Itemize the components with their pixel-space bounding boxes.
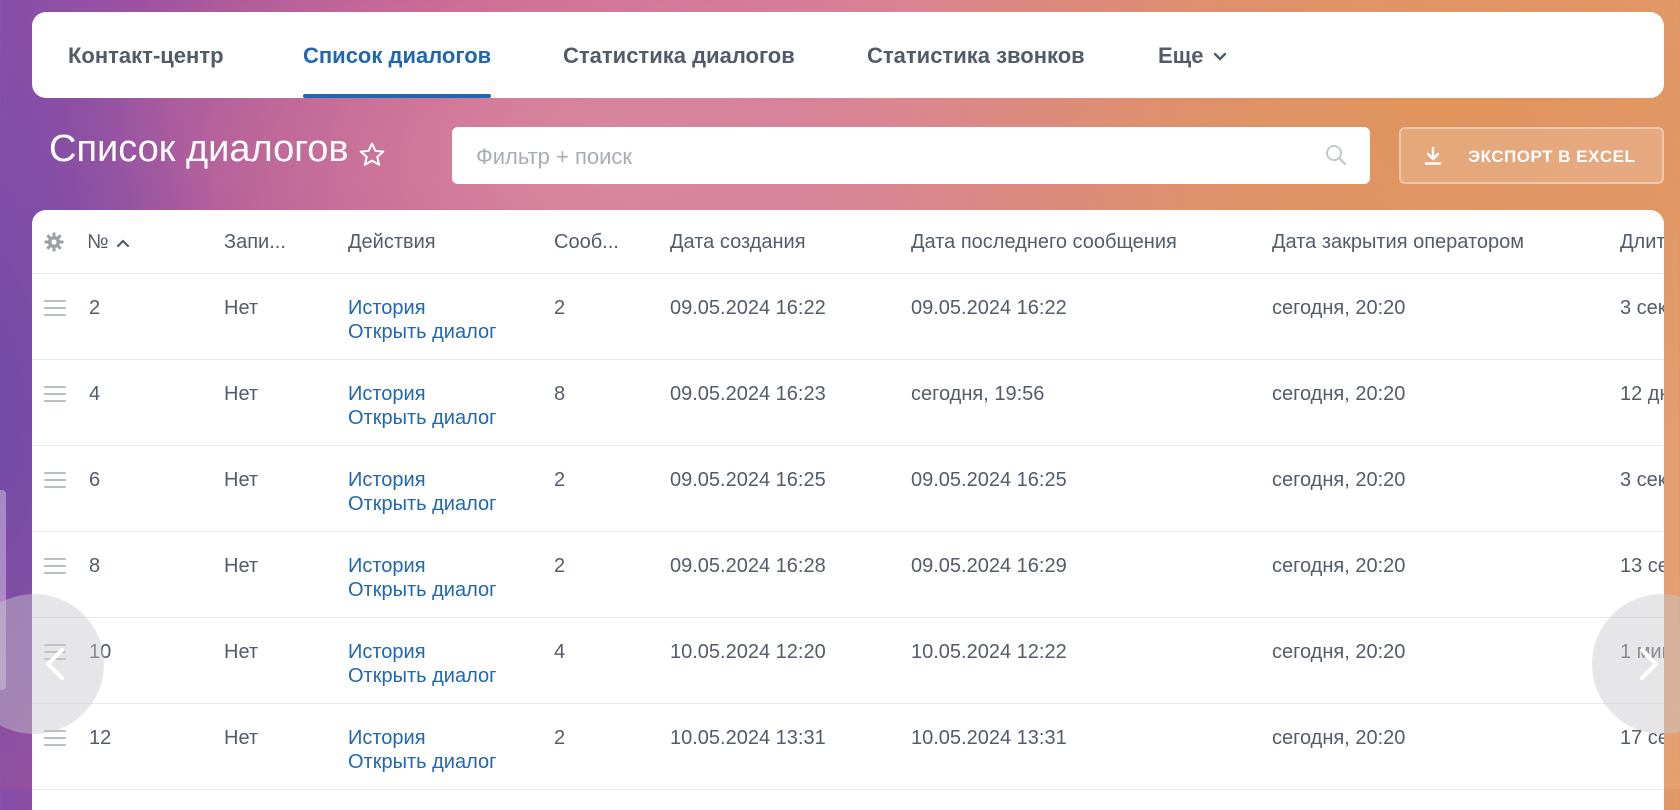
cell-created-date: 10.05.2024 12:20 [670, 641, 826, 663]
cell-recording: Нет [224, 641, 259, 663]
tab-more[interactable]: Еще [1158, 12, 1227, 98]
column-last-message-date[interactable]: Дата последнего сообщения [911, 210, 1177, 274]
table-row[interactable]: 8 Нет История Открыть диалог 2 09.05.202… [32, 532, 1664, 618]
cell-actions: История Открыть диалог [348, 554, 496, 602]
cell-messages: 8 [554, 383, 566, 405]
search-icon[interactable] [1324, 143, 1348, 167]
column-messages[interactable]: Сооб... [554, 210, 619, 274]
column-actions[interactable]: Действия [348, 210, 436, 274]
search-box [452, 127, 1370, 186]
chevron-right-icon [1640, 648, 1658, 680]
cell-last-message-date: 09.05.2024 16:29 [911, 555, 1067, 577]
cell-created-date: 09.05.2024 16:22 [670, 297, 826, 319]
dialogs-table: № Запи... Действия Сооб... Дата создания… [32, 210, 1664, 810]
cell-closed-date: сегодня, 20:20 [1272, 641, 1406, 663]
tab-dialog-statistics[interactable]: Статистика диалогов [563, 12, 795, 98]
table-row[interactable]: 6 Нет История Открыть диалог 2 09.05.202… [32, 446, 1664, 532]
open-dialog-link[interactable]: Открыть диалог [348, 320, 496, 344]
open-dialog-link[interactable]: Открыть диалог [348, 578, 496, 602]
cell-messages: 2 [554, 727, 566, 749]
history-link[interactable]: История [348, 640, 496, 664]
cell-last-message-date: 10.05.2024 12:22 [911, 641, 1067, 663]
cell-closed-date: сегодня, 20:20 [1272, 469, 1406, 491]
open-dialog-link[interactable]: Открыть диалог [348, 664, 496, 688]
column-created-date[interactable]: Дата создания [670, 210, 806, 274]
tab-more-label: Еще [1158, 43, 1204, 68]
cell-last-message-date: 09.05.2024 16:22 [911, 297, 1067, 319]
cell-last-message-date: сегодня, 19:56 [911, 383, 1045, 405]
history-link[interactable]: История [348, 726, 496, 750]
cell-recording: Нет [224, 297, 259, 319]
cell-number: 2 [89, 297, 101, 319]
cell-created-date: 09.05.2024 16:25 [670, 469, 826, 491]
open-dialog-link[interactable]: Открыть диалог [348, 406, 496, 430]
cell-messages: 4 [554, 641, 566, 663]
history-link[interactable]: История [348, 296, 496, 320]
cell-created-date: 09.05.2024 16:28 [670, 555, 826, 577]
cell-duration: 12 дн [1620, 383, 1664, 405]
cell-created-date: 10.05.2024 13:31 [670, 727, 826, 749]
cell-number: 12 [89, 727, 112, 749]
history-link[interactable]: История [348, 382, 496, 406]
cell-recording: Нет [224, 383, 259, 405]
cell-messages: 2 [554, 297, 566, 319]
history-link[interactable]: История [348, 468, 496, 492]
cell-closed-date: сегодня, 20:20 [1272, 727, 1406, 749]
drag-handle-icon[interactable] [44, 300, 66, 316]
sort-ascending-icon [117, 239, 130, 247]
cell-closed-date: сегодня, 20:20 [1272, 555, 1406, 577]
cell-last-message-date: 09.05.2024 16:25 [911, 469, 1067, 491]
tab-contact-center[interactable]: Контакт-центр [68, 12, 224, 98]
star-icon[interactable] [357, 140, 387, 170]
open-dialog-link[interactable]: Открыть диалог [348, 750, 496, 774]
cell-actions: История Открыть диалог [348, 726, 496, 774]
cell-recording: Нет [224, 727, 259, 749]
table-row[interactable]: 2 Нет История Открыть диалог 2 09.05.202… [32, 274, 1664, 360]
top-navigation: Контакт-центр Список диалогов Статистика… [32, 12, 1664, 98]
cell-last-message-date: 10.05.2024 13:31 [911, 727, 1067, 749]
table-header: № Запи... Действия Сооб... Дата создания… [32, 210, 1664, 274]
export-excel-button[interactable]: ЭКСПОРТ В EXCEL [1399, 127, 1664, 184]
export-label: ЭКСПОРТ В EXCEL [1468, 147, 1636, 166]
cell-duration: 13 сек [1620, 555, 1664, 577]
table-row[interactable]: 4 Нет История Открыть диалог 8 09.05.202… [32, 360, 1664, 446]
cell-recording: Нет [224, 555, 259, 577]
cell-messages: 2 [554, 469, 566, 491]
drag-handle-icon[interactable] [44, 386, 66, 402]
page-title: Список диалогов [49, 128, 349, 170]
tab-call-statistics[interactable]: Статистика звонков [867, 12, 1085, 98]
table-row[interactable]: 12 Нет История Открыть диалог 2 10.05.20… [32, 704, 1664, 790]
cell-actions: История Открыть диалог [348, 296, 496, 344]
gear-icon[interactable] [44, 232, 64, 252]
chevron-left-icon [46, 648, 64, 680]
open-dialog-link[interactable]: Открыть диалог [348, 492, 496, 516]
cell-messages: 2 [554, 555, 566, 577]
column-closed-by-operator-date[interactable]: Дата закрытия оператором [1272, 210, 1524, 274]
drag-handle-icon[interactable] [44, 558, 66, 574]
search-input[interactable] [474, 127, 1298, 186]
history-link[interactable]: История [348, 554, 496, 578]
cell-number: 8 [89, 555, 101, 577]
download-icon [1424, 146, 1442, 165]
cell-duration: 3 сек [1620, 469, 1664, 491]
tab-dialog-list[interactable]: Список диалогов [303, 12, 492, 98]
cell-closed-date: сегодня, 20:20 [1272, 297, 1406, 319]
cell-actions: История Открыть диалог [348, 640, 496, 688]
cell-actions: История Открыть диалог [348, 382, 496, 430]
cell-number: 4 [89, 383, 101, 405]
column-number-label: № [87, 231, 109, 253]
cell-created-date: 09.05.2024 16:23 [670, 383, 826, 405]
column-number[interactable]: № [87, 210, 130, 274]
chevron-down-icon [1214, 52, 1227, 61]
cell-recording: Нет [224, 469, 259, 491]
table-row[interactable]: 10 Нет История Открыть диалог 4 10.05.20… [32, 618, 1664, 704]
cell-number: 6 [89, 469, 101, 491]
drag-handle-icon[interactable] [44, 472, 66, 488]
cell-duration: 3 сек [1620, 297, 1664, 319]
cell-actions: История Открыть диалог [348, 468, 496, 516]
cell-closed-date: сегодня, 20:20 [1272, 383, 1406, 405]
column-recording[interactable]: Запи... [224, 210, 286, 274]
column-duration[interactable]: Длит [1620, 210, 1664, 274]
